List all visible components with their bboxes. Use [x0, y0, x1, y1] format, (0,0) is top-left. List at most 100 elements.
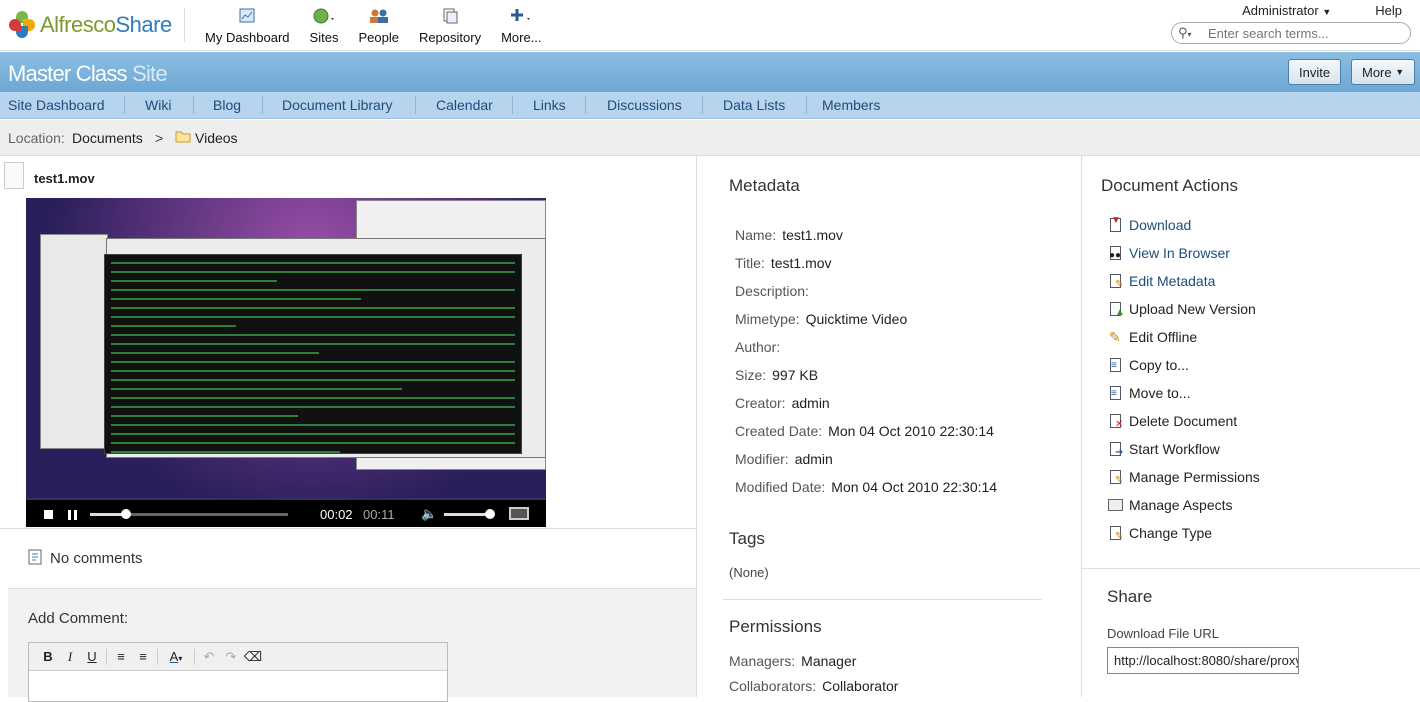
- document-actions-title: Document Actions: [1101, 176, 1239, 195]
- bullet-list-icon[interactable]: ≡: [110, 649, 132, 664]
- pause-icon[interactable]: [68, 510, 77, 520]
- tags-value: (None): [729, 565, 769, 580]
- video-player[interactable]: 00:02 00:11 🔈: [26, 198, 546, 527]
- meta-row-size: Size: 997 KB: [735, 367, 818, 383]
- perm-row-collaborators: Collaborators: Collaborator: [729, 678, 898, 694]
- action-change-type[interactable]: ✎ Change Type: [1108, 525, 1212, 542]
- breadcrumb-videos[interactable]: Videos: [195, 130, 238, 146]
- column-divider: [696, 156, 697, 697]
- editor-toolbar: B I U ≡ ≡ A▾ ↶ ↷ ⌫: [29, 643, 447, 671]
- alfresco-share-logo[interactable]: AlfrescoShare: [8, 8, 185, 42]
- sitenav-data-lists[interactable]: Data Lists: [715, 97, 785, 113]
- dashboard-icon: [236, 6, 258, 26]
- site-title[interactable]: Master Class Site: [8, 61, 168, 87]
- nav-repository[interactable]: Repository: [419, 6, 481, 45]
- redo-icon[interactable]: ↷: [220, 649, 242, 665]
- nav-people[interactable]: People: [358, 6, 399, 45]
- people-icon: [368, 6, 390, 26]
- sitenav-wiki[interactable]: Wiki: [137, 97, 171, 113]
- nav-label: People: [358, 30, 399, 45]
- action-start-workflow[interactable]: ➜ Start Workflow: [1108, 441, 1220, 458]
- invite-button[interactable]: Invite: [1288, 59, 1342, 85]
- divider: [1082, 568, 1420, 569]
- search-box[interactable]: ⚲▾: [1171, 22, 1411, 44]
- sitenav-document-library[interactable]: Document Library: [274, 97, 393, 113]
- fullscreen-icon[interactable]: [509, 507, 529, 520]
- nav-my-dashboard[interactable]: My Dashboard: [205, 6, 290, 45]
- undo-icon[interactable]: ↶: [198, 649, 220, 665]
- search-icon[interactable]: ⚲▾: [1178, 25, 1208, 41]
- sitenav-calendar[interactable]: Calendar: [428, 97, 493, 113]
- action-label: View In Browser: [1129, 245, 1230, 261]
- action-label: Manage Aspects: [1129, 497, 1233, 513]
- action-edit-metadata[interactable]: ✎ Edit Metadata: [1108, 273, 1216, 290]
- action-move-to[interactable]: ≡ Move to...: [1108, 385, 1190, 401]
- action-label: Move to...: [1129, 385, 1191, 401]
- chevron-down-icon: ▼: [1395, 67, 1405, 77]
- main-nav: My Dashboard Sites People Repository Mor…: [195, 6, 552, 45]
- comment-editor[interactable]: B I U ≡ ≡ A▾ ↶ ↷ ⌫: [28, 642, 448, 702]
- action-label: Edit Metadata: [1129, 273, 1216, 289]
- nav-more[interactable]: More...: [501, 6, 542, 45]
- action-download[interactable]: ▼ Download: [1108, 216, 1191, 233]
- eraser-icon[interactable]: ⌫: [242, 649, 264, 665]
- text-color-icon[interactable]: A▾: [161, 649, 191, 664]
- meta-value: admin: [794, 451, 833, 467]
- search-input[interactable]: [1208, 25, 1398, 41]
- breadcrumb-documents[interactable]: Documents: [72, 130, 143, 146]
- meta-value: admin: [791, 395, 830, 411]
- meta-value: 997 KB: [772, 367, 819, 383]
- download-url-field[interactable]: http://localhost:8080/share/proxy/alfres…: [1107, 647, 1299, 674]
- metadata-title: Metadata: [729, 176, 800, 195]
- nav-sites[interactable]: Sites: [310, 6, 338, 45]
- sitenav-blog[interactable]: Blog: [205, 97, 241, 113]
- numbered-list-icon[interactable]: ≡: [132, 649, 154, 664]
- seek-handle[interactable]: [120, 509, 131, 519]
- meta-key: Modified Date:: [735, 479, 826, 495]
- plus-icon: [510, 6, 532, 26]
- sitenav-discussions[interactable]: Discussions: [599, 97, 682, 113]
- no-comments: No comments: [28, 549, 143, 568]
- user-bar: Administrator ▼ Help: [1242, 3, 1402, 18]
- site-nav: Site Dashboard Wiki Blog Document Librar…: [0, 92, 1420, 119]
- action-delete-document[interactable]: ✕ Delete Document: [1108, 413, 1237, 430]
- more-button[interactable]: More ▼: [1351, 59, 1416, 85]
- sitenav-members[interactable]: Members: [814, 97, 880, 113]
- pencil-icon: ✎: [1109, 329, 1121, 345]
- stop-icon[interactable]: [44, 510, 53, 519]
- tags-title: Tags: [729, 529, 765, 548]
- perm-key: Collaborators:: [729, 678, 817, 694]
- sitenav-site-dashboard[interactable]: Site Dashboard: [0, 97, 105, 113]
- underline-icon[interactable]: U: [81, 649, 103, 664]
- action-copy-to[interactable]: ≡ Copy to...: [1108, 357, 1189, 373]
- user-menu[interactable]: Administrator ▼: [1242, 3, 1331, 18]
- volume-handle[interactable]: [485, 509, 495, 519]
- bold-icon[interactable]: B: [37, 649, 59, 664]
- action-edit-offline[interactable]: ✎ Edit Offline: [1108, 329, 1197, 345]
- italic-icon[interactable]: I: [59, 649, 81, 665]
- action-upload-new-version[interactable]: ▲ Upload New Version: [1108, 301, 1256, 318]
- sitenav-links[interactable]: Links: [525, 97, 566, 113]
- top-header: AlfrescoShare My Dashboard Sites People …: [0, 0, 1420, 51]
- nav-divider: [512, 96, 513, 114]
- perm-key: Managers:: [729, 653, 796, 669]
- meta-value: Mon 04 Oct 2010 22:30:14: [828, 423, 994, 439]
- speaker-icon[interactable]: 🔈: [421, 506, 437, 522]
- user-name: Administrator: [1242, 3, 1319, 18]
- action-view-in-browser[interactable]: ●● View In Browser: [1108, 245, 1230, 261]
- file-name: test1.mov: [34, 171, 95, 186]
- meta-row-name: Name: test1.mov: [735, 227, 843, 243]
- action-label: Edit Offline: [1129, 329, 1198, 345]
- action-manage-aspects[interactable]: Manage Aspects: [1108, 497, 1233, 513]
- meta-key: Name:: [735, 227, 777, 243]
- meta-value: test1.mov: [782, 227, 843, 243]
- action-manage-permissions[interactable]: ✎ Manage Permissions: [1108, 469, 1260, 486]
- meta-value: Quicktime Video: [805, 311, 908, 327]
- view-in-browser-icon: ●●: [1108, 245, 1124, 261]
- file-header: test1.mov: [0, 156, 696, 198]
- help-link[interactable]: Help: [1375, 3, 1402, 18]
- globe-icon: [313, 6, 335, 26]
- meta-row-author: Author:: [735, 339, 786, 355]
- nav-label: My Dashboard: [205, 30, 290, 45]
- no-comments-text: No comments: [50, 550, 143, 567]
